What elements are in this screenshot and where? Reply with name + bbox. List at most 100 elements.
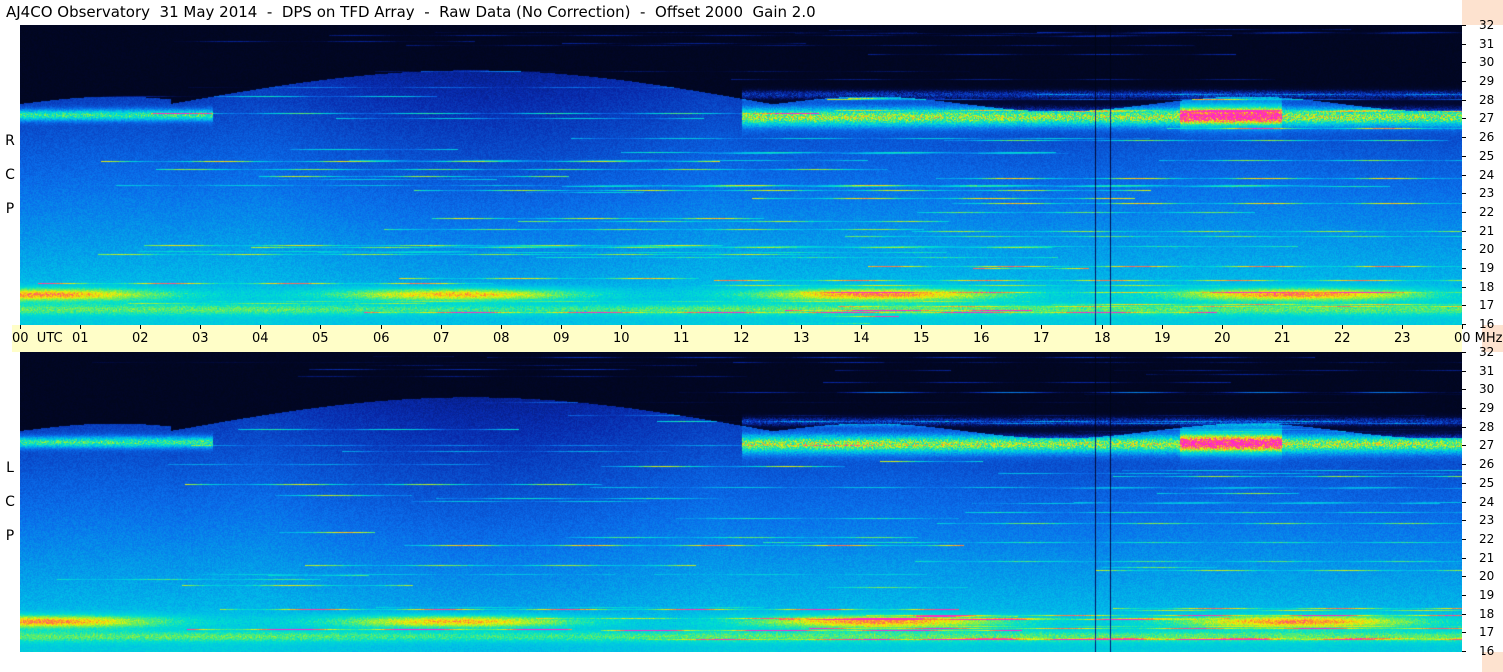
rcp-freq-label: 25	[1479, 149, 1495, 163]
rcp-label-c: C	[5, 167, 15, 183]
lcp-freq-tick	[1462, 502, 1466, 503]
time-label: 00 MHz	[1454, 331, 1503, 346]
time-axis: 00 UTC 01 02 03 04 05 06 07 08 09 10 11 12 13 14 15 16 17…	[12, 325, 1503, 352]
lcp-freq-label: 28	[1479, 420, 1495, 434]
rcp-freq-tick	[1462, 287, 1466, 288]
time-label: 03	[192, 331, 209, 346]
lcp-freq-label: 31	[1479, 364, 1495, 378]
time-label: 02	[132, 331, 149, 346]
time-tick	[1342, 325, 1343, 329]
time-label: 07	[433, 331, 450, 346]
time-label: 17	[1033, 331, 1050, 346]
bottom-margin	[0, 652, 1482, 672]
rcp-freq-tick	[1462, 305, 1466, 306]
time-label: 09	[553, 331, 570, 346]
time-tick	[1102, 325, 1103, 329]
time-tick	[1222, 325, 1223, 329]
lcp-freq-label: 22	[1479, 532, 1495, 546]
rcp-freq-tick	[1462, 62, 1466, 63]
rcp-freq-label: 18	[1479, 280, 1495, 294]
time-tick	[1282, 325, 1283, 329]
lcp-freq-tick	[1462, 576, 1466, 577]
time-tick	[801, 325, 802, 329]
time-label: 14	[853, 331, 870, 346]
lcp-freq-tick	[1462, 614, 1466, 615]
time-tick	[621, 325, 622, 329]
time-tick	[921, 325, 922, 329]
lcp-freq-tick	[1462, 464, 1466, 465]
time-label: 11	[673, 331, 690, 346]
rcp-freq-label: 31	[1479, 37, 1495, 51]
time-tick	[1402, 325, 1403, 329]
rcp-freq-tick	[1462, 249, 1466, 250]
rcp-freq-label: 32	[1479, 18, 1495, 32]
time-label: 18	[1094, 331, 1111, 346]
rcp-label-r: R	[5, 133, 15, 149]
lcp-freq-label: 18	[1479, 607, 1495, 621]
lcp-label: L C P	[2, 451, 18, 553]
lcp-freq-label: 20	[1479, 569, 1495, 583]
time-tick	[80, 325, 81, 329]
time-tick	[861, 325, 862, 329]
time-tick	[260, 325, 261, 329]
rcp-freq-label: 17	[1479, 298, 1495, 312]
time-label: 10	[613, 331, 630, 346]
rcp-freq-tick	[1462, 81, 1466, 82]
time-tick	[20, 325, 21, 329]
rcp-freq-tick	[1462, 137, 1466, 138]
time-label: 20	[1214, 331, 1231, 346]
time-tick	[741, 325, 742, 329]
rcp-freq-tick	[1462, 44, 1466, 45]
time-label: 23	[1394, 331, 1411, 346]
rcp-label: R C P	[2, 124, 18, 226]
time-tick	[981, 325, 982, 329]
lcp-spectrogram	[20, 352, 1462, 652]
rcp-freq-tick	[1462, 231, 1466, 232]
rcp-freq-tick	[1462, 118, 1466, 119]
lcp-freq-tick	[1462, 595, 1466, 596]
lcp-freq-label: 30	[1479, 382, 1495, 396]
time-tick	[1162, 325, 1163, 329]
lcp-label-l: L	[6, 460, 14, 476]
lcp-freq-tick	[1462, 445, 1466, 446]
rcp-freq-label: 23	[1479, 186, 1495, 200]
time-tick	[200, 325, 201, 329]
time-tick	[140, 325, 141, 329]
lcp-freq-tick	[1462, 427, 1466, 428]
time-label: 00 UTC	[12, 331, 63, 346]
rcp-freq-tick	[1462, 212, 1466, 213]
lcp-freq-label: 23	[1479, 513, 1495, 527]
time-tick	[681, 325, 682, 329]
rcp-freq-tick	[1462, 25, 1466, 26]
time-tick	[561, 325, 562, 329]
time-tick	[441, 325, 442, 329]
rcp-freq-label: 30	[1479, 55, 1495, 69]
time-label: 04	[252, 331, 269, 346]
lcp-freq-label: 19	[1479, 588, 1495, 602]
rcp-freq-label: 21	[1479, 224, 1495, 238]
time-label: 13	[793, 331, 810, 346]
time-tick	[381, 325, 382, 329]
rcp-freq-label: 24	[1479, 168, 1495, 182]
time-tick	[1462, 325, 1463, 329]
time-label: 16	[973, 331, 990, 346]
lcp-freq-label: 29	[1479, 401, 1495, 415]
lcp-freq-label: 26	[1479, 457, 1495, 471]
rcp-freq-tick	[1462, 175, 1466, 176]
lcp-freq-label: 25	[1479, 476, 1495, 490]
lcp-freq-tick	[1462, 483, 1466, 484]
time-tick	[501, 325, 502, 329]
rcp-frequency-axis: 32 31 30 29 28 27 26 25 24 23 22 21 20 19 18 17 16	[1462, 19, 1503, 330]
rcp-freq-label: 20	[1479, 242, 1495, 256]
rcp-spectrogram	[20, 25, 1462, 325]
lcp-label-p: P	[5, 528, 15, 544]
lcp-freq-tick	[1462, 371, 1466, 372]
lcp-freq-tick	[1462, 632, 1466, 633]
rcp-freq-label: 19	[1479, 261, 1495, 275]
lcp-freq-tick	[1462, 352, 1466, 353]
lcp-freq-label: 24	[1479, 495, 1495, 509]
time-tick	[320, 325, 321, 329]
lcp-frequency-axis: 32 31 30 29 28 27 26 25 24 23 22 21 20 19 18 17 16	[1462, 346, 1503, 657]
time-label: 21	[1274, 331, 1291, 346]
lcp-label-c: C	[5, 494, 15, 510]
